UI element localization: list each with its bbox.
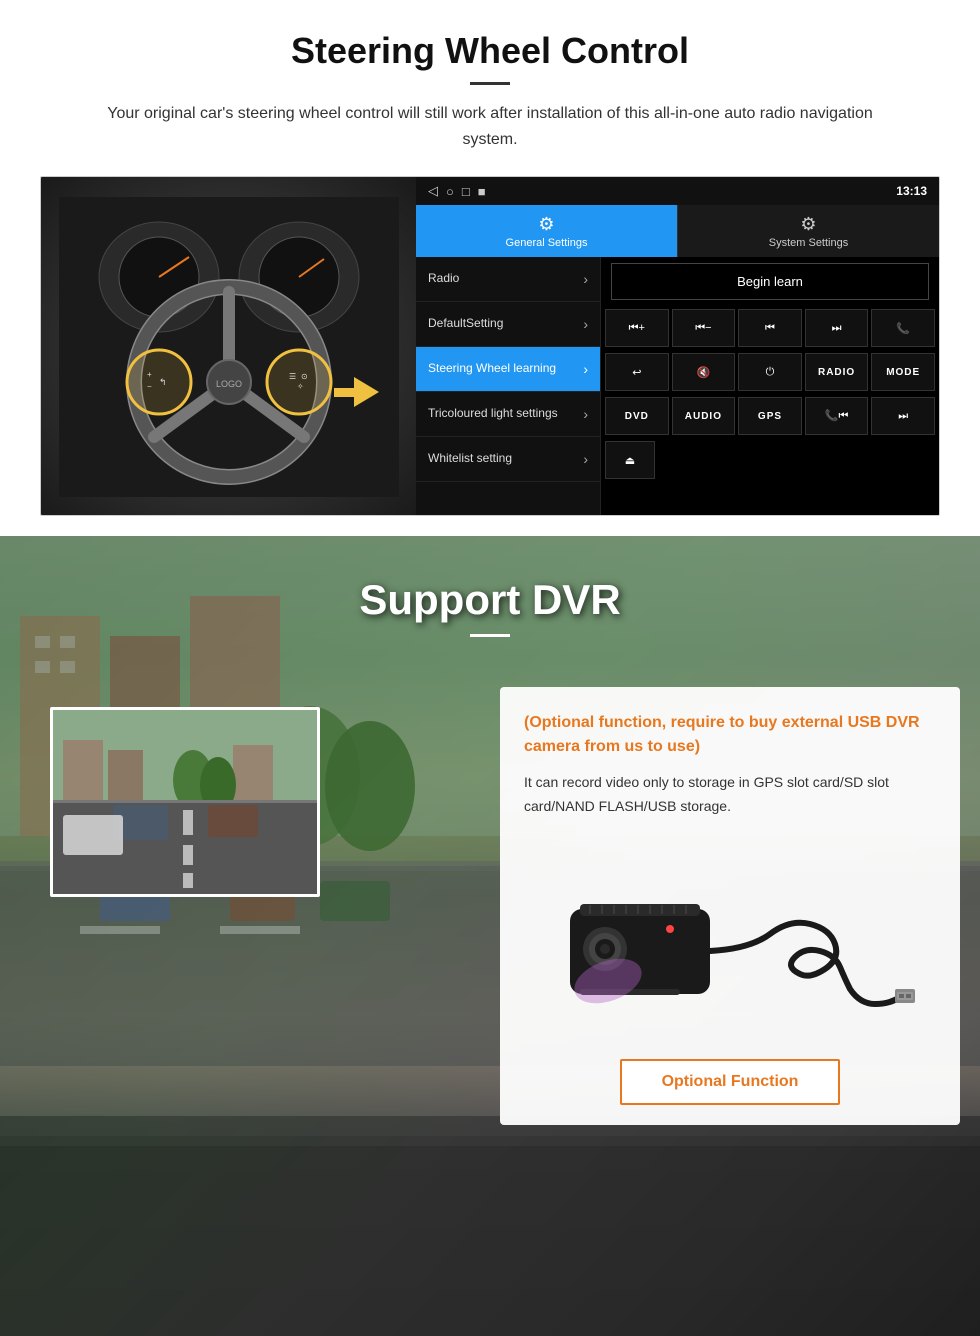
android-content: Radio › DefaultSetting › Steering Wheel … xyxy=(416,257,939,515)
general-settings-icon: ⚙ xyxy=(538,214,554,235)
menu-arrow-tricoloured: › xyxy=(583,406,588,422)
svg-text:☰: ☰ xyxy=(289,372,296,381)
steering-wheel-svg: LOGO + − ↰ ☰ ⊙ ✧ xyxy=(59,197,399,497)
begin-learn-row: Begin learn xyxy=(601,257,939,306)
steering-wheel-photo: LOGO + − ↰ ☰ ⊙ ✧ xyxy=(41,177,416,516)
recents-icon: □ xyxy=(462,184,470,199)
dvr-camera-visual xyxy=(524,839,936,1039)
menu-item-radio[interactable]: Radio › xyxy=(416,257,600,302)
ctrl-eject[interactable]: ⏏ xyxy=(605,441,655,479)
tab-general-settings[interactable]: ⚙ General Settings xyxy=(416,205,677,257)
control-grid-row3: DVD AUDIO GPS 📞⏮ ⏭ xyxy=(601,394,939,438)
dvr-info-card: (Optional function, require to buy exter… xyxy=(500,687,960,1125)
tab-general-label: General Settings xyxy=(506,237,588,249)
dvr-content-area: (Optional function, require to buy exter… xyxy=(0,657,980,1155)
section1-subtitle: Your original car's steering wheel contr… xyxy=(80,101,900,152)
svg-text:⊙: ⊙ xyxy=(301,372,308,381)
home-icon: ○ xyxy=(446,184,454,199)
ctrl-audio[interactable]: AUDIO xyxy=(672,397,736,435)
dvr-title-area: Support DVR xyxy=(0,536,980,657)
ctrl-mode[interactable]: MODE xyxy=(871,353,935,391)
menu-item-steering-label: Steering Wheel learning xyxy=(428,361,583,377)
ctrl-vol-down[interactable]: ⏮− xyxy=(672,309,736,347)
ctrl-dvd[interactable]: DVD xyxy=(605,397,669,435)
section1-title: Steering Wheel Control xyxy=(40,30,940,72)
statusbar-nav-icons: ◁ ○ □ ■ xyxy=(428,183,486,199)
menu-arrow-radio: › xyxy=(583,271,588,287)
android-menu: Radio › DefaultSetting › Steering Wheel … xyxy=(416,257,601,515)
menu-item-whitelist-label: Whitelist setting xyxy=(428,451,583,467)
svg-text:LOGO: LOGO xyxy=(215,379,241,389)
back-icon: ◁ xyxy=(428,183,438,199)
dvr-inset-road xyxy=(53,710,317,894)
android-statusbar: ◁ ○ □ ■ 13:13 xyxy=(416,177,939,205)
dvr-description: It can record video only to storage in G… xyxy=(524,771,936,819)
optional-function-button[interactable]: Optional Function xyxy=(620,1059,841,1105)
ctrl-next[interactable]: ⏭ xyxy=(805,309,869,347)
ctrl-phone[interactable]: 📞 xyxy=(871,309,935,347)
menu-arrow-whitelist: › xyxy=(583,451,588,467)
control-grid-row4: ⏏ xyxy=(601,438,939,482)
menu-item-defaultsetting-label: DefaultSetting xyxy=(428,316,583,332)
menu-item-defaultsetting[interactable]: DefaultSetting › xyxy=(416,302,600,347)
menu-item-radio-label: Radio xyxy=(428,271,583,287)
dvr-title-divider xyxy=(470,634,510,637)
android-panel: ◁ ○ □ ■ 13:13 ⚙ General Settings ⚙ Syste… xyxy=(416,177,939,515)
android-control-buttons: Begin learn ⏮+ ⏮− ⏮ ⏭ 📞 ↩ 🔇 ⏻ xyxy=(601,257,939,515)
menu-item-tricoloured[interactable]: Tricoloured light settings › xyxy=(416,392,600,437)
menu-arrow-defaultsetting: › xyxy=(583,316,588,332)
inset-road-svg xyxy=(53,710,320,897)
ctrl-vol-up[interactable]: ⏮+ xyxy=(605,309,669,347)
svg-text:−: − xyxy=(147,382,152,391)
title-divider xyxy=(470,82,510,85)
steering-demo-panel: LOGO + − ↰ ☰ ⊙ ✧ xyxy=(40,176,940,516)
system-settings-icon: ⚙ xyxy=(800,214,816,235)
section-steering: Steering Wheel Control Your original car… xyxy=(0,0,980,536)
control-grid-row2: ↩ 🔇 ⏻ RADIO MODE xyxy=(601,350,939,394)
svg-text:✧: ✧ xyxy=(297,382,304,391)
svg-text:+: + xyxy=(147,370,152,379)
menu-arrow-steering: › xyxy=(583,361,588,377)
menu-item-tricoloured-label: Tricoloured light settings xyxy=(428,406,583,422)
ctrl-power[interactable]: ⏻ xyxy=(738,353,802,391)
statusbar-time: 13:13 xyxy=(896,184,927,198)
section-dvr: Support DVR xyxy=(0,536,980,1336)
dvr-camera-svg xyxy=(540,849,920,1029)
menu-icon: ■ xyxy=(478,184,486,199)
svg-text:↰: ↰ xyxy=(159,377,167,387)
ctrl-radio[interactable]: RADIO xyxy=(805,353,869,391)
control-grid-row1: ⏮+ ⏮− ⏮ ⏭ 📞 xyxy=(601,306,939,350)
steering-photo-bg: LOGO + − ↰ ☰ ⊙ ✧ xyxy=(41,177,416,516)
menu-item-whitelist[interactable]: Whitelist setting › xyxy=(416,437,600,482)
ctrl-mute[interactable]: 🔇 xyxy=(672,353,736,391)
ctrl-prev[interactable]: ⏮ xyxy=(738,309,802,347)
dvr-section-title: Support DVR xyxy=(0,576,980,624)
tab-system-settings[interactable]: ⚙ System Settings xyxy=(677,205,939,257)
android-tabs[interactable]: ⚙ General Settings ⚙ System Settings xyxy=(416,205,939,257)
begin-learn-button[interactable]: Begin learn xyxy=(611,263,929,300)
dvr-optional-label: (Optional function, require to buy exter… xyxy=(524,711,936,759)
ctrl-back[interactable]: ↩ xyxy=(605,353,669,391)
ctrl-phone-prev[interactable]: 📞⏮ xyxy=(805,397,869,435)
ctrl-gps[interactable]: GPS xyxy=(738,397,802,435)
menu-item-steering[interactable]: Steering Wheel learning › xyxy=(416,347,600,392)
tab-system-label: System Settings xyxy=(769,237,848,249)
ctrl-next2[interactable]: ⏭ xyxy=(871,397,935,435)
dvr-inset-photo xyxy=(50,707,320,897)
